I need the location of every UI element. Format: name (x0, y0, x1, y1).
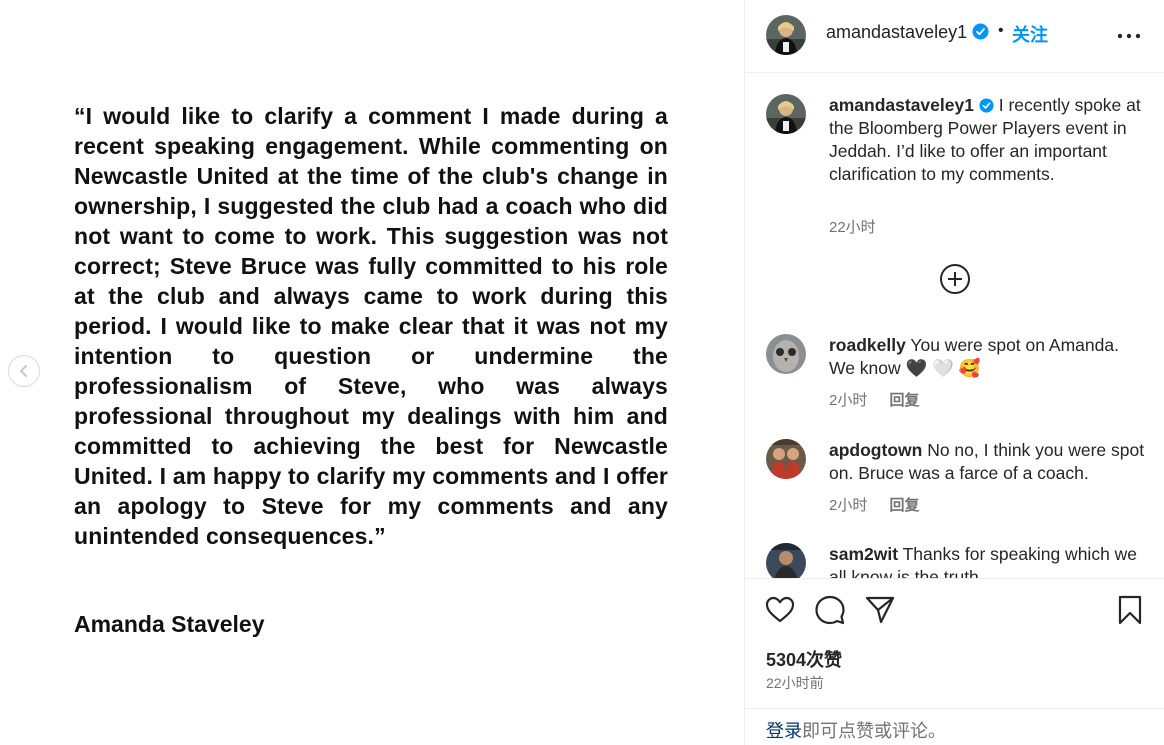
reply-button[interactable]: 回复 (890, 497, 920, 514)
white-heart-emoji: 🤍 (932, 358, 954, 378)
likes-count[interactable]: 5304次赞 (766, 646, 842, 672)
post-image: “I would like to clarify a comment I mad… (0, 0, 744, 745)
commenter-avatar[interactable] (766, 543, 806, 578)
login-prompt-text: 即可点赞或评论。 (802, 721, 946, 741)
login-link[interactable]: 登录 (766, 721, 802, 741)
send-icon[interactable] (864, 594, 896, 626)
post-side-panel: amandastaveley1 • 关注 amandastaveley1 I r… (744, 0, 1164, 745)
statement-text: “I would like to clarify a comment I mad… (74, 103, 668, 549)
smiling-hearts-emoji: 🥰 (958, 358, 981, 378)
login-prompt-text-block: 登录即可点赞或评论。 (766, 717, 946, 743)
author-username[interactable]: amandastaveley1 (826, 22, 989, 43)
comments-list[interactable]: amandastaveley1 I recently spoke at the … (745, 74, 1164, 578)
verified-badge-icon (972, 23, 989, 40)
post-header: amandastaveley1 • 关注 (745, 0, 1164, 73)
header-separator: • (998, 22, 1004, 39)
comment-time: 2小时 (829, 392, 868, 409)
author-username-text[interactable]: amandastaveley1 (826, 22, 967, 42)
login-prompt: 登录即可点赞或评论。 (745, 708, 1164, 745)
commenter-avatar[interactable] (766, 439, 806, 479)
bookmark-icon[interactable] (1114, 594, 1146, 626)
heart-icon[interactable] (764, 594, 796, 626)
reply-button[interactable]: 回复 (890, 392, 920, 409)
caption-avatar[interactable] (766, 94, 806, 134)
comment-meta: 2小时 回复 (829, 494, 920, 515)
commenter-username[interactable]: apdogtown (829, 440, 922, 460)
follow-button[interactable]: 关注 (1012, 21, 1048, 47)
caption-text-block: amandastaveley1 I recently spoke at the … (829, 94, 1147, 186)
caption-time: 22小时 (829, 219, 876, 236)
chevron-left-icon (20, 365, 27, 377)
comment-text-block: roadkelly You were spot on Amanda. We kn… (829, 334, 1147, 380)
previous-slide-button[interactable] (8, 355, 40, 387)
commenter-username[interactable]: sam2wit (829, 544, 898, 564)
comment-text-block: sam2wit Thanks for speaking which we all… (829, 543, 1147, 578)
more-options-icon[interactable] (1115, 22, 1143, 50)
author-avatar[interactable] (766, 15, 806, 55)
statement-signature: Amanda Staveley (74, 611, 265, 637)
comment-text-block: apdogtown No no, I think you were spot o… (829, 439, 1147, 485)
post-time[interactable]: 22小时前 (766, 673, 824, 693)
commenter-avatar[interactable] (766, 334, 806, 374)
comment-time: 2小时 (829, 497, 868, 514)
black-heart-emoji: 🖤 (905, 358, 928, 378)
caption-username[interactable]: amandastaveley1 (829, 95, 974, 115)
post-actions: 5304次赞 22小时前 (745, 578, 1164, 708)
commenter-username[interactable]: roadkelly (829, 335, 906, 355)
verified-badge-icon (979, 98, 994, 113)
comment-icon[interactable] (814, 594, 846, 626)
plus-circle-icon[interactable] (938, 262, 972, 296)
comment-meta: 2小时 回复 (829, 389, 920, 410)
